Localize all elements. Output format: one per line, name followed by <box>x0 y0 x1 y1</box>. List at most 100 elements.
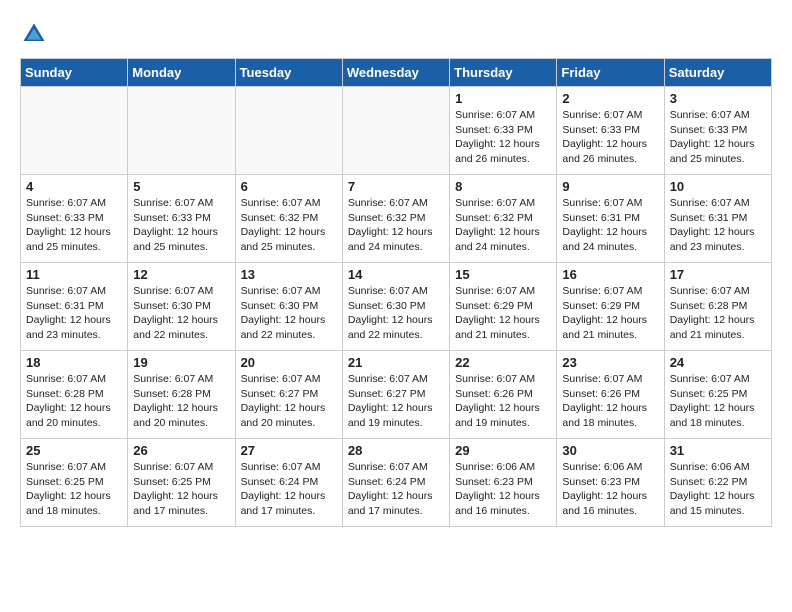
calendar-cell: 10Sunrise: 6:07 AM Sunset: 6:31 PM Dayli… <box>664 175 771 263</box>
day-info: Sunrise: 6:07 AM Sunset: 6:31 PM Dayligh… <box>670 196 766 255</box>
calendar-cell: 2 Sunrise: 6:07 AM Sunset: 6:33 PM Daylig… <box>557 87 664 175</box>
day-header-sunday: Sunday <box>21 59 128 87</box>
day-info: Sunrise: 6:07 AM Sunset: 6:31 PM Dayligh… <box>562 196 658 255</box>
day-number: 8 <box>455 179 551 194</box>
day-number: 9 <box>562 179 658 194</box>
day-info: Sunrise: 6:06 AM Sunset: 6:22 PM Dayligh… <box>670 460 766 519</box>
calendar-cell: 20Sunrise: 6:07 AM Sunset: 6:27 PM Dayli… <box>235 351 342 439</box>
day-number: 25 <box>26 443 122 458</box>
day-number: 6 <box>241 179 337 194</box>
day-info: Sunrise: 6:07 AM Sunset: 6:28 PM Dayligh… <box>26 372 122 431</box>
calendar-cell: 13 Sunrise: 6:07 AM Sunset: 6:30 PM Dayli… <box>235 263 342 351</box>
calendar-cell: 7 Sunrise: 6:07 AM Sunset: 6:32 PM Daylig… <box>342 175 449 263</box>
day-number: 31 <box>670 443 766 458</box>
day-number: 12 <box>133 267 229 282</box>
day-info: Sunrise: 6:07 AM Sunset: 6:33 PM Dayligh… <box>670 108 766 167</box>
calendar-cell: 14 Sunrise: 6:07 AM Sunset: 6:30 PM Dayli… <box>342 263 449 351</box>
calendar-cell: 8 Sunrise: 6:07 AM Sunset: 6:32 PM Daylig… <box>450 175 557 263</box>
day-number: 14 <box>348 267 444 282</box>
day-number: 30 <box>562 443 658 458</box>
day-number: 28 <box>348 443 444 458</box>
day-number: 23 <box>562 355 658 370</box>
day-info: Sunrise: 6:07 AM Sunset: 6:33 PM Dayligh… <box>133 196 229 255</box>
calendar-cell: 6 Sunrise: 6:07 AM Sunset: 6:32 PM Daylig… <box>235 175 342 263</box>
calendar-table: SundayMondayTuesdayWednesdayThursdayFrid… <box>20 58 772 527</box>
calendar-cell: 3 Sunrise: 6:07 AM Sunset: 6:33 PM Daylig… <box>664 87 771 175</box>
day-info: Sunrise: 6:06 AM Sunset: 6:23 PM Dayligh… <box>455 460 551 519</box>
calendar-cell: 29 Sunrise: 6:06 AM Sunset: 6:23 PM Dayli… <box>450 439 557 527</box>
day-header-monday: Monday <box>128 59 235 87</box>
day-number: 21 <box>348 355 444 370</box>
calendar-cell: 12 Sunrise: 6:07 AM Sunset: 6:30 PM Dayli… <box>128 263 235 351</box>
calendar-week-row: 11 Sunrise: 6:07 AM Sunset: 6:31 PM Dayli… <box>21 263 772 351</box>
calendar-cell: 4Sunrise: 6:07 AM Sunset: 6:33 PM Daylig… <box>21 175 128 263</box>
day-info: Sunrise: 6:07 AM Sunset: 6:32 PM Dayligh… <box>241 196 337 255</box>
page-header <box>20 20 772 48</box>
calendar-cell: 23 Sunrise: 6:07 AM Sunset: 6:26 PM Dayli… <box>557 351 664 439</box>
day-header-friday: Friday <box>557 59 664 87</box>
calendar-cell: 26 Sunrise: 6:07 AM Sunset: 6:25 PM Dayli… <box>128 439 235 527</box>
calendar-cell: 9 Sunrise: 6:07 AM Sunset: 6:31 PM Daylig… <box>557 175 664 263</box>
day-number: 24 <box>670 355 766 370</box>
day-info: Sunrise: 6:07 AM Sunset: 6:28 PM Dayligh… <box>670 284 766 343</box>
calendar-cell: 16 Sunrise: 6:07 AM Sunset: 6:29 PM Dayli… <box>557 263 664 351</box>
day-number: 7 <box>348 179 444 194</box>
day-info: Sunrise: 6:07 AM Sunset: 6:27 PM Dayligh… <box>241 372 337 431</box>
day-info: Sunrise: 6:07 AM Sunset: 6:24 PM Dayligh… <box>348 460 444 519</box>
day-info: Sunrise: 6:07 AM Sunset: 6:29 PM Dayligh… <box>562 284 658 343</box>
day-info: Sunrise: 6:07 AM Sunset: 6:29 PM Dayligh… <box>455 284 551 343</box>
calendar-week-row: 1 Sunrise: 6:07 AM Sunset: 6:33 PM Daylig… <box>21 87 772 175</box>
day-number: 17 <box>670 267 766 282</box>
day-number: 16 <box>562 267 658 282</box>
day-info: Sunrise: 6:07 AM Sunset: 6:30 PM Dayligh… <box>241 284 337 343</box>
calendar-cell: 17 Sunrise: 6:07 AM Sunset: 6:28 PM Dayli… <box>664 263 771 351</box>
day-info: Sunrise: 6:07 AM Sunset: 6:32 PM Dayligh… <box>348 196 444 255</box>
calendar-cell: 21Sunrise: 6:07 AM Sunset: 6:27 PM Dayli… <box>342 351 449 439</box>
day-header-thursday: Thursday <box>450 59 557 87</box>
day-header-tuesday: Tuesday <box>235 59 342 87</box>
day-info: Sunrise: 6:07 AM Sunset: 6:26 PM Dayligh… <box>562 372 658 431</box>
calendar-cell: 22Sunrise: 6:07 AM Sunset: 6:26 PM Dayli… <box>450 351 557 439</box>
day-info: Sunrise: 6:06 AM Sunset: 6:23 PM Dayligh… <box>562 460 658 519</box>
calendar-cell: 19Sunrise: 6:07 AM Sunset: 6:28 PM Dayli… <box>128 351 235 439</box>
day-number: 29 <box>455 443 551 458</box>
calendar-header-row: SundayMondayTuesdayWednesdayThursdayFrid… <box>21 59 772 87</box>
day-info: Sunrise: 6:07 AM Sunset: 6:33 PM Dayligh… <box>455 108 551 167</box>
calendar-cell <box>235 87 342 175</box>
day-number: 11 <box>26 267 122 282</box>
day-number: 26 <box>133 443 229 458</box>
day-number: 27 <box>241 443 337 458</box>
calendar-cell <box>342 87 449 175</box>
day-number: 13 <box>241 267 337 282</box>
day-number: 2 <box>562 91 658 106</box>
day-info: Sunrise: 6:07 AM Sunset: 6:30 PM Dayligh… <box>133 284 229 343</box>
day-info: Sunrise: 6:07 AM Sunset: 6:32 PM Dayligh… <box>455 196 551 255</box>
day-info: Sunrise: 6:07 AM Sunset: 6:24 PM Dayligh… <box>241 460 337 519</box>
day-info: Sunrise: 6:07 AM Sunset: 6:30 PM Dayligh… <box>348 284 444 343</box>
calendar-cell: 5 Sunrise: 6:07 AM Sunset: 6:33 PM Daylig… <box>128 175 235 263</box>
calendar-cell: 28 Sunrise: 6:07 AM Sunset: 6:24 PM Dayli… <box>342 439 449 527</box>
calendar-cell <box>21 87 128 175</box>
calendar-cell: 18 Sunrise: 6:07 AM Sunset: 6:28 PM Dayli… <box>21 351 128 439</box>
day-info: Sunrise: 6:07 AM Sunset: 6:31 PM Dayligh… <box>26 284 122 343</box>
day-number: 5 <box>133 179 229 194</box>
day-header-saturday: Saturday <box>664 59 771 87</box>
day-info: Sunrise: 6:07 AM Sunset: 6:25 PM Dayligh… <box>133 460 229 519</box>
calendar-cell: 30 Sunrise: 6:06 AM Sunset: 6:23 PM Dayli… <box>557 439 664 527</box>
day-number: 1 <box>455 91 551 106</box>
calendar-cell: 25Sunrise: 6:07 AM Sunset: 6:25 PM Dayli… <box>21 439 128 527</box>
day-info: Sunrise: 6:07 AM Sunset: 6:28 PM Dayligh… <box>133 372 229 431</box>
calendar-cell: 15 Sunrise: 6:07 AM Sunset: 6:29 PM Dayli… <box>450 263 557 351</box>
day-number: 18 <box>26 355 122 370</box>
day-info: Sunrise: 6:07 AM Sunset: 6:33 PM Dayligh… <box>562 108 658 167</box>
calendar-cell: 31 Sunrise: 6:06 AM Sunset: 6:22 PM Dayli… <box>664 439 771 527</box>
day-number: 3 <box>670 91 766 106</box>
day-number: 15 <box>455 267 551 282</box>
logo-icon <box>20 20 48 48</box>
day-info: Sunrise: 6:07 AM Sunset: 6:26 PM Dayligh… <box>455 372 551 431</box>
calendar-cell <box>128 87 235 175</box>
calendar-week-row: 18 Sunrise: 6:07 AM Sunset: 6:28 PM Dayli… <box>21 351 772 439</box>
day-info: Sunrise: 6:07 AM Sunset: 6:33 PM Dayligh… <box>26 196 122 255</box>
calendar-week-row: 4Sunrise: 6:07 AM Sunset: 6:33 PM Daylig… <box>21 175 772 263</box>
calendar-cell: 27 Sunrise: 6:07 AM Sunset: 6:24 PM Dayli… <box>235 439 342 527</box>
